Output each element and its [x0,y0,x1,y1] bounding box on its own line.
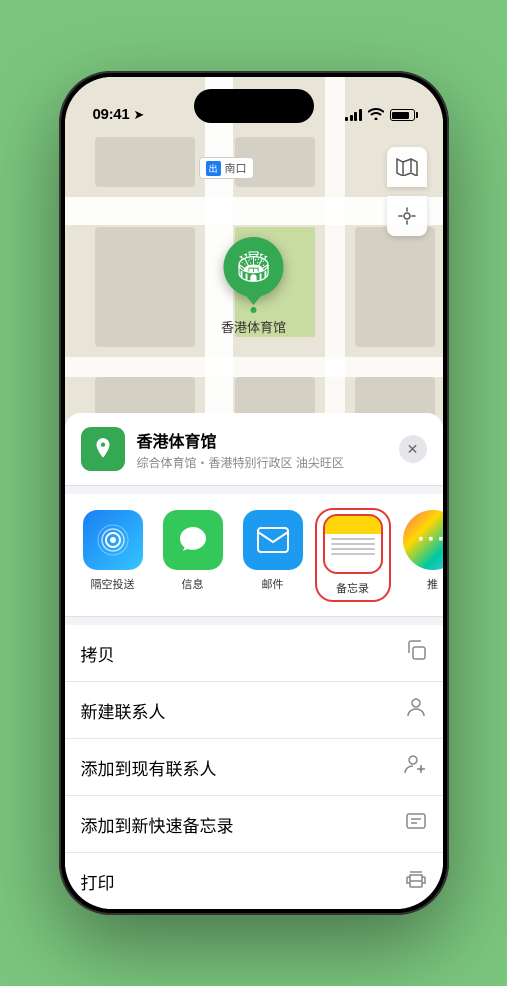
notes-icon [323,514,383,574]
messages-icon [163,510,223,570]
pin-dot [250,307,256,313]
battery-icon [390,109,415,121]
signal-bar-3 [354,112,357,121]
app-item-more[interactable]: ··· 推 [397,510,443,600]
phone-screen: 09:41 ➤ [65,77,443,909]
more-icon: ··· [403,510,443,570]
mail-label: 邮件 [262,576,284,592]
airdrop-label: 隔空投送 [91,576,135,592]
map-type-button[interactable] [387,147,427,187]
map-entrance-label: 出 南口 [198,157,253,179]
notes-line-4 [331,553,375,555]
action-new-contact[interactable]: 新建联系人 [65,682,443,739]
location-card: 香港体育馆 综合体育馆・香港特别行政区 油尖旺区 ✕ [65,413,443,486]
share-sheet: 香港体育馆 综合体育馆・香港特别行政区 油尖旺区 ✕ [65,413,443,909]
status-time: 09:41 [93,106,130,123]
add-quick-note-icon [405,810,427,838]
app-item-airdrop[interactable]: 隔空投送 [77,510,149,600]
app-item-messages[interactable]: 信息 [157,510,229,600]
entrance-prefix: 出 [205,161,220,176]
status-icons [345,107,415,123]
action-copy[interactable]: 拷贝 [65,625,443,682]
mail-icon [243,510,303,570]
dynamic-island [194,89,314,123]
notes-line-3 [331,548,375,550]
location-subtitle: 综合体育馆・香港特别行政区 油尖旺区 [137,454,387,471]
more-label: 推 [427,576,438,592]
signal-bar-4 [359,109,362,121]
new-contact-label: 新建联系人 [81,698,166,723]
signal-bar-2 [350,115,353,121]
pin-bubble: 🏟 [223,237,283,297]
add-existing-label: 添加到现有联系人 [81,755,217,780]
app-item-mail[interactable]: 邮件 [237,510,309,600]
notes-label: 备忘录 [336,580,369,596]
airdrop-icon [83,510,143,570]
stadium-icon: 🏟 [234,250,272,285]
copy-icon [405,639,427,667]
notes-line-2 [331,543,375,545]
signal-bars [345,109,362,121]
action-add-existing-contact[interactable]: 添加到现有联系人 [65,739,443,796]
app-item-notes[interactable]: 备忘录 [317,510,389,600]
add-existing-icon [403,753,427,781]
wifi-icon [368,107,384,123]
add-quick-note-label: 添加到新快速备忘录 [81,812,234,837]
location-name: 香港体育馆 [137,428,387,452]
new-contact-icon [405,696,427,724]
location-button[interactable] [387,196,427,236]
location-info: 香港体育馆 综合体育馆・香港特别行政区 油尖旺区 [137,428,387,471]
action-list: 拷贝 新建联系人 [65,625,443,909]
close-button[interactable]: ✕ [399,435,427,463]
notes-line-1 [331,538,375,540]
location-card-icon [81,427,125,471]
print-label: 打印 [81,869,115,894]
copy-label: 拷贝 [81,641,115,666]
signal-bar-1 [345,117,348,121]
notes-lines [325,534,381,572]
action-print[interactable]: 打印 [65,853,443,909]
apps-row: 隔空投送 信息 [65,494,443,617]
location-pin: 🏟 香港体育馆 [221,237,286,336]
location-arrow-icon: ➤ [133,107,144,123]
notes-top-bar [325,516,381,534]
action-add-quick-note[interactable]: 添加到新快速备忘录 [65,796,443,853]
pin-label: 香港体育馆 [221,317,286,336]
messages-label: 信息 [182,576,204,592]
entrance-label: 南口 [225,160,247,176]
phone-frame: 09:41 ➤ [59,71,449,915]
print-icon [405,867,427,895]
map-controls [387,147,427,236]
